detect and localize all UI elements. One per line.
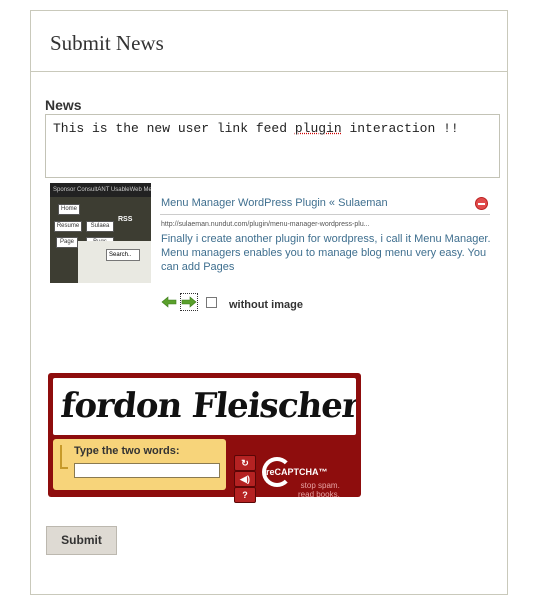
thumbnail-menu-item: Home xyxy=(58,204,80,215)
previous-image-arrow-icon[interactable] xyxy=(161,294,177,310)
thumbnail-search: Search.. xyxy=(106,249,140,261)
captcha-help-icon[interactable]: ? xyxy=(234,487,256,503)
panel-header: Submit News xyxy=(31,11,507,72)
captcha-reload-icon[interactable]: ↻ xyxy=(234,455,256,471)
link-description: Finally i create another plugin for word… xyxy=(161,233,491,273)
link-thumbnail: Sponsor ConsultANT UsableWeb Menu Home R… xyxy=(50,183,151,283)
captcha-arrow-icon xyxy=(60,445,68,469)
news-text-misspelled: plugin xyxy=(294,121,342,136)
submit-button[interactable]: Submit xyxy=(46,526,117,555)
without-image-checkbox[interactable] xyxy=(206,297,217,308)
captcha-response-input[interactable] xyxy=(74,463,220,478)
submit-news-panel: Submit News News This is the new user li… xyxy=(30,10,508,595)
captcha-audio-icon[interactable]: ◀) xyxy=(234,471,256,487)
thumbnail-menu-item: Page xyxy=(56,237,78,248)
news-text-suffix: interaction !! xyxy=(341,121,459,136)
thumbnail-topbar: Sponsor ConsultANT UsableWeb Menu xyxy=(50,183,151,197)
captcha-prompt: Type the two words: xyxy=(74,445,180,457)
news-textarea[interactable]: This is the new user link feed plugin in… xyxy=(45,114,500,178)
next-image-button[interactable] xyxy=(180,293,198,311)
next-image-arrow-icon xyxy=(181,296,197,308)
captcha-words: fordon Fleischer xyxy=(58,386,356,426)
recaptcha-widget: fordon Fleischer Type the two words: ↻ ◀… xyxy=(48,373,361,503)
recaptcha-tagline-line2: read books. xyxy=(298,490,340,499)
link-divider xyxy=(160,214,490,215)
recaptcha-tagline: stop spam. read books. xyxy=(298,481,340,499)
remove-link-icon[interactable] xyxy=(475,197,488,210)
thumbnail-rss: RSS xyxy=(118,216,133,223)
page-title: Submit News xyxy=(50,31,164,55)
captcha-image: fordon Fleischer xyxy=(53,378,356,435)
recaptcha-brand: reCAPTCHA™ xyxy=(266,467,328,477)
thumbnail-menu-item: Resume xyxy=(54,221,82,232)
link-url: http://sulaeman.nundut.com/plugin/menu-m… xyxy=(161,221,370,228)
link-title[interactable]: Menu Manager WordPress Plugin « Sulaeman xyxy=(161,197,388,209)
recaptcha-tagline-line1: stop spam. xyxy=(300,481,340,490)
without-image-label: without image xyxy=(229,299,303,311)
news-text-prefix: This is the new user link feed xyxy=(53,121,295,136)
news-label: News xyxy=(45,97,82,113)
thumbnail-content-area xyxy=(78,241,151,283)
captcha-input-box: Type the two words: xyxy=(53,439,226,490)
thumbnail-menu-item: Sulaea xyxy=(86,221,114,232)
